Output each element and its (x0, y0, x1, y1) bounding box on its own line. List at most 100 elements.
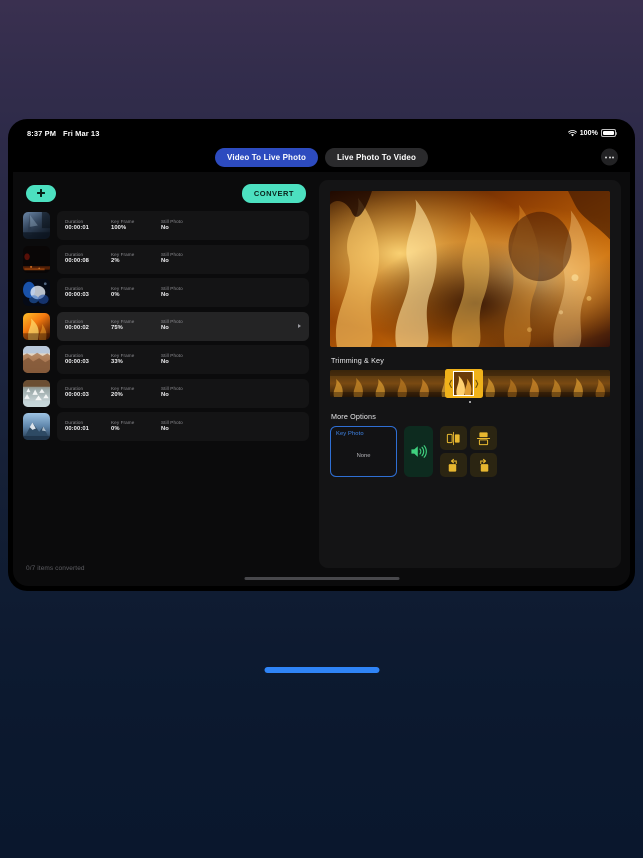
speaker-volume-icon[interactable] (404, 426, 433, 478)
battery-percent-label: 100% (579, 129, 598, 137)
playhead-dot (468, 401, 472, 404)
duration-column: Duration 00:00:01 (65, 420, 111, 434)
more-options-title: More Options (331, 412, 376, 422)
key-frame-column: Key Frame 33% (111, 353, 161, 367)
flip-vertical-icon[interactable] (470, 426, 497, 451)
key-frame-value: 100% (111, 224, 127, 231)
rotate-left-icon[interactable] (440, 453, 467, 478)
tab-live-photo-to-video[interactable]: Live Photo To Video (325, 147, 429, 167)
left-panel: CONVERT Duration 00:00:01 Key Frame 100%… (22, 180, 310, 586)
status-bar-right: 100% (567, 129, 618, 137)
key-frame-column: Key Frame 75% (111, 319, 161, 333)
list-item[interactable]: Duration 00:00:03 Key Frame 20% Still Ph… (23, 378, 309, 408)
status-bar-date: Fri Mar 13 (63, 128, 100, 138)
filmstrip-wrapper: ❬ ❭ (330, 369, 610, 404)
duration-column: Duration 00:00:02 (65, 319, 111, 333)
rotate-right-icon[interactable] (470, 453, 497, 478)
tablet-device-frame: 8:37 PM Fri Mar 13 100% Video To Live Ph… (8, 119, 635, 591)
list-item-card: Duration 00:00:03 Key Frame 20% Still Ph… (57, 378, 309, 408)
still-photo-value: No (161, 258, 169, 265)
key-frame-value: 33% (111, 358, 123, 365)
add-media-button[interactable] (26, 184, 56, 202)
list-item-card: Duration 00:00:03 Key Frame 0% Still Pho… (57, 278, 309, 307)
still-photo-column: Still Photo No (161, 286, 207, 300)
duration-value: 00:00:03 (65, 291, 90, 298)
play-arrow-icon[interactable] (298, 324, 301, 328)
thumbnail-canyon-sunrise (23, 346, 50, 373)
video-preview[interactable] (330, 191, 610, 347)
duration-value: 00:00:03 (65, 392, 90, 399)
duration-value: 00:00:01 (65, 425, 90, 432)
key-frame-column: Key Frame 20% (111, 386, 161, 400)
still-photo-value: No (161, 224, 169, 231)
convert-button[interactable]: CONVERT (241, 183, 306, 203)
trim-handle-right-icon[interactable]: ❭ (473, 379, 480, 388)
plus-icon (37, 189, 45, 197)
mode-segmented-control: Video To Live Photo Live Photo To Video (214, 147, 429, 167)
key-frame-value: 20% (111, 392, 123, 399)
list-item-card: Duration 00:00:03 Key Frame 33% Still Ph… (57, 345, 309, 374)
trim-selection-handle[interactable]: ❬ ❭ (444, 369, 483, 398)
left-toolbar: CONVERT (22, 180, 310, 206)
wifi-icon (567, 129, 577, 137)
key-frame-column: Key Frame 100% (111, 219, 161, 233)
list-item-card: Duration 00:00:08 Key Frame 2% Still Pho… (57, 244, 309, 274)
key-frame-value: 75% (111, 325, 123, 332)
still-photo-value: No (161, 358, 169, 365)
duration-column: Duration 00:00:03 (65, 386, 111, 400)
list-item-card: Duration 00:00:01 Key Frame 100% Still P… (57, 211, 309, 240)
still-photo-column: Still Photo No (161, 386, 207, 400)
app-nav-bar: Video To Live Photo Live Photo To Video (13, 142, 630, 172)
duration-column: Duration 00:00:03 (65, 353, 111, 367)
key-frame-value: 0% (111, 425, 120, 432)
trimming-section-title: Trimming & Key (331, 356, 384, 365)
duration-value: 00:00:02 (65, 325, 90, 332)
list-item-card: Duration 00:00:02 Key Frame 75% Still Ph… (57, 311, 309, 341)
key-photo-selector[interactable]: Key Photo None (330, 426, 397, 478)
duration-column: Duration 00:00:03 (65, 286, 111, 300)
list-item-selected[interactable]: Duration 00:00:02 Key Frame 75% Still Ph… (23, 311, 309, 341)
duration-value: 00:00:08 (65, 258, 90, 265)
key-frame-preview (453, 371, 474, 396)
right-panel: Trimming & Key ❬ ❭ More Options Key Phot… (319, 180, 621, 568)
still-photo-value: No (161, 291, 169, 298)
media-file-list[interactable]: Duration 00:00:01 Key Frame 100% Still P… (22, 211, 310, 586)
list-item[interactable]: Duration 00:00:01 Key Frame 0% Still Pho… (23, 412, 309, 441)
duration-value: 00:00:01 (65, 224, 90, 231)
key-frame-value: 0% (111, 291, 120, 298)
thumbnail-blue-smoke (23, 279, 50, 306)
still-photo-column: Still Photo No (161, 219, 207, 233)
list-item[interactable]: Duration 00:00:08 Key Frame 2% Still Pho… (23, 244, 309, 274)
thumbnail-ice-crystals (23, 379, 50, 407)
list-item[interactable]: Duration 00:00:03 Key Frame 33% Still Ph… (23, 345, 309, 374)
list-item[interactable]: Duration 00:00:01 Key Frame 100% Still P… (23, 211, 309, 240)
thumbnail-ship-mast-blue (23, 212, 50, 239)
battery-full-icon (601, 129, 618, 137)
key-photo-value: None (356, 453, 371, 460)
conversion-status-text: 0/7 items converted (26, 565, 85, 572)
key-frame-column: Key Frame 2% (111, 252, 161, 266)
trim-handle-left-icon[interactable]: ❬ (447, 379, 454, 388)
app-body: CONVERT Duration 00:00:01 Key Frame 100%… (13, 172, 630, 586)
more-options-row: Key Photo None (330, 426, 610, 478)
page-indicator-bar (264, 667, 379, 673)
flip-horizontal-icon[interactable] (440, 426, 467, 451)
still-photo-column: Still Photo No (161, 420, 207, 434)
key-photo-label: Key Photo (336, 431, 364, 438)
status-bar-left: 8:37 PM Fri Mar 13 (27, 129, 99, 138)
list-item-card: Duration 00:00:01 Key Frame 0% Still Pho… (57, 412, 309, 441)
list-item[interactable]: Duration 00:00:03 Key Frame 0% Still Pho… (23, 278, 309, 307)
tab-video-to-live-photo[interactable]: Video To Live Photo (214, 147, 318, 167)
still-photo-value: No (161, 425, 169, 432)
transform-tools-grid (440, 426, 497, 478)
status-bar-time: 8:37 PM (27, 128, 57, 138)
key-frame-column: Key Frame 0% (111, 286, 161, 300)
duration-column: Duration 00:00:01 (65, 219, 111, 233)
device-screen: 8:37 PM Fri Mar 13 100% Video To Live Ph… (13, 124, 630, 586)
thumbnail-snow-mountain (23, 413, 50, 440)
thumbnail-orange-fire (23, 312, 50, 340)
ellipsis-icon[interactable] (601, 148, 618, 166)
still-photo-value: No (161, 392, 169, 399)
duration-value: 00:00:03 (65, 358, 90, 365)
still-photo-column: Still Photo No (161, 252, 207, 266)
